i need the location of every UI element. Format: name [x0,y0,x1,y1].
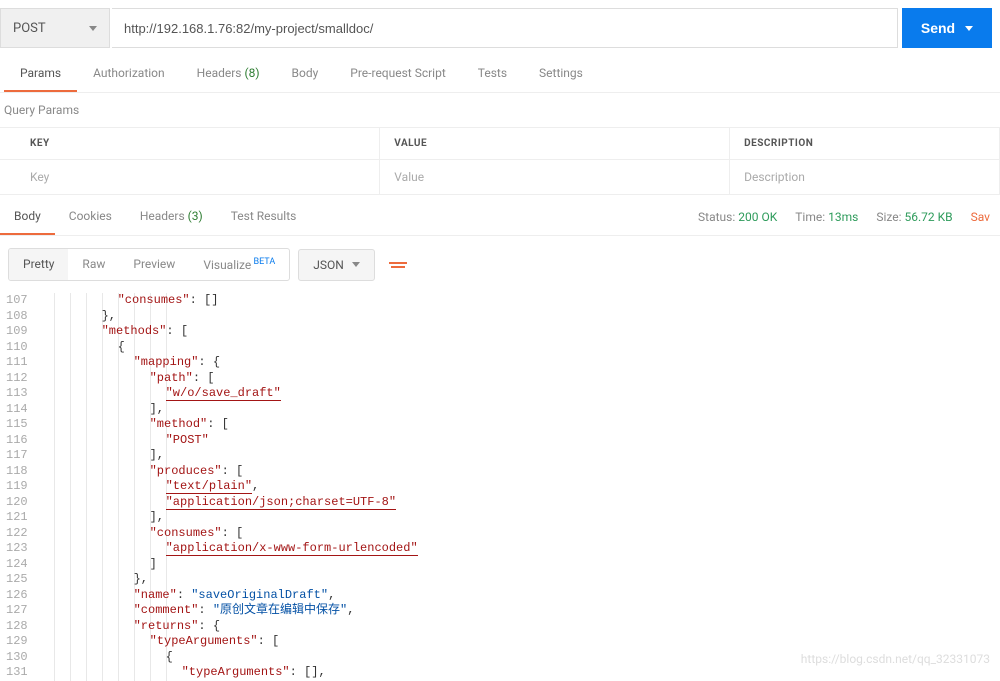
response-tab-cookies[interactable]: Cookies [55,199,126,235]
wrap-icon[interactable] [383,250,413,280]
tab-body[interactable]: Body [276,56,335,92]
status-row: Status: 200 OK Time: 13ms Size: 56.72 KB… [698,210,1000,224]
format-select[interactable]: JSON [298,249,375,281]
col-value: VALUE [380,128,730,160]
watermark: https://blog.csdn.net/qq_32331073 [801,652,990,666]
tab-params[interactable]: Params [4,56,77,92]
col-desc: DESCRIPTION [730,128,1000,160]
tab-authorization[interactable]: Authorization [77,56,181,92]
send-button[interactable]: Send [902,8,992,48]
tab-headers[interactable]: Headers (8) [181,56,276,92]
save-button[interactable]: Sav [971,210,990,224]
view-tab-raw[interactable]: Raw [68,249,119,280]
desc-input[interactable]: Description [730,160,1000,195]
method-label: POST [13,21,46,36]
send-label: Send [921,20,955,36]
tab-pre-request-script[interactable]: Pre-request Script [334,56,461,92]
url-input[interactable] [112,8,898,48]
view-tab-pretty[interactable]: Pretty [9,249,68,280]
response-toolbar: PrettyRawPreviewVisualize BETA JSON [0,236,1000,293]
chevron-down-icon [89,26,97,31]
code-area[interactable]: 1071081091101111121131141151161171181191… [0,293,1000,681]
response-tab-body[interactable]: Body [0,199,55,235]
value-input[interactable]: Value [380,160,730,195]
tab-tests[interactable]: Tests [462,56,523,92]
query-params-label: Query Params [0,93,1000,127]
col-key: KEY [0,128,380,160]
view-tab-visualize[interactable]: Visualize BETA [189,249,289,280]
response-tab-headers[interactable]: Headers (3) [126,199,217,235]
response-tabs: BodyCookiesHeaders (3)Test Results Statu… [0,199,1000,236]
tab-settings[interactable]: Settings [523,56,599,92]
request-tabs: ParamsAuthorizationHeaders (8)BodyPre-re… [0,56,1000,93]
chevron-down-icon [965,26,973,31]
params-table: KEY VALUE DESCRIPTION Key Value Descript… [0,127,1000,195]
view-tab-preview[interactable]: Preview [119,249,189,280]
key-input[interactable]: Key [0,160,380,195]
http-method-select[interactable]: POST [0,8,110,48]
response-tab-test-results[interactable]: Test Results [217,199,311,235]
chevron-down-icon [352,262,360,267]
